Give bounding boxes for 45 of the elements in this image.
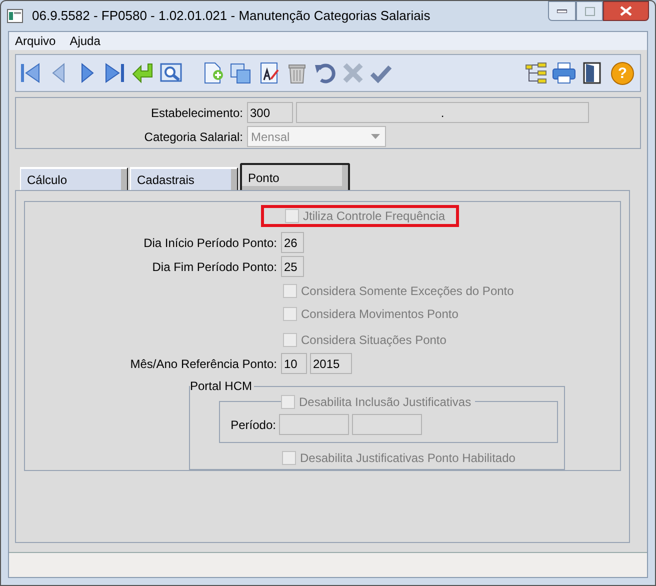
field-label: Dia Início Período Ponto: <box>142 234 278 252</box>
checkbox-label: Desabilita Justificativas Ponto Habilitado <box>300 450 516 467</box>
field-label: Período: <box>230 416 277 434</box>
period-start-field[interactable] <box>279 414 349 435</box>
field-label: Mês/Ano Referência Ponto: <box>129 356 278 372</box>
tab[interactable]: Cadastrais <box>130 167 237 190</box>
menu-item[interactable]: Ajuda <box>70 32 100 50</box>
hierarchy-icon <box>524 61 548 85</box>
app-icon <box>7 9 23 23</box>
group-title: Portal HCM <box>190 379 254 393</box>
tab[interactable]: Cálculo <box>20 167 127 190</box>
field-value: . <box>440 105 444 122</box>
checkbox-label: Considera Movimentos Ponto <box>301 306 458 323</box>
return-arrow-icon <box>131 61 155 85</box>
checkbox-label: Considera Somente Exceções do Ponto <box>301 283 514 300</box>
period-end-field[interactable] <box>352 414 422 435</box>
search-icon <box>159 61 183 85</box>
dropdown-value: Mensal <box>251 128 290 146</box>
field-label: Dia Fim Período Ponto: <box>151 258 278 276</box>
maximize-icon <box>584 6 594 16</box>
window-title: 06.9.5582 - FP0580 - 1.02.01.021 - Manutenção Categorias Salariais <box>32 7 430 26</box>
dropdown-arrow-icon <box>371 134 380 139</box>
year-field[interactable]: 2015 <box>310 353 352 374</box>
establishment-code-field[interactable]: 300 <box>247 102 293 123</box>
menu-item[interactable]: Arquivo <box>15 32 56 50</box>
undo-icon <box>313 61 337 85</box>
checkbox-label: Considera Situações Ponto <box>301 332 446 349</box>
establishment-name-field[interactable]: . <box>296 102 589 123</box>
minimize-button[interactable] <box>548 1 576 21</box>
minimize-icon <box>557 9 567 13</box>
checkbox-label: Desabilita Inclusão Justificativas <box>299 394 472 411</box>
month-field[interactable]: 10 <box>281 353 307 374</box>
last-record-icon <box>103 61 127 85</box>
checkbox-label: Jtiliza Controle Frequência <box>303 208 446 225</box>
field-label: Categoria Salarial: <box>143 128 244 146</box>
copy-icon <box>229 61 253 85</box>
close-icon <box>620 6 632 16</box>
toolbar-button[interactable] <box>552 61 576 85</box>
tab[interactable]: Ponto <box>240 163 350 190</box>
close-button[interactable] <box>603 1 649 21</box>
start-day-field[interactable]: 26 <box>281 232 304 253</box>
cancel-icon <box>341 61 365 85</box>
printer-icon <box>552 61 576 85</box>
end-day-field[interactable]: 25 <box>281 256 304 277</box>
field-label: Estabelecimento: <box>150 104 244 122</box>
